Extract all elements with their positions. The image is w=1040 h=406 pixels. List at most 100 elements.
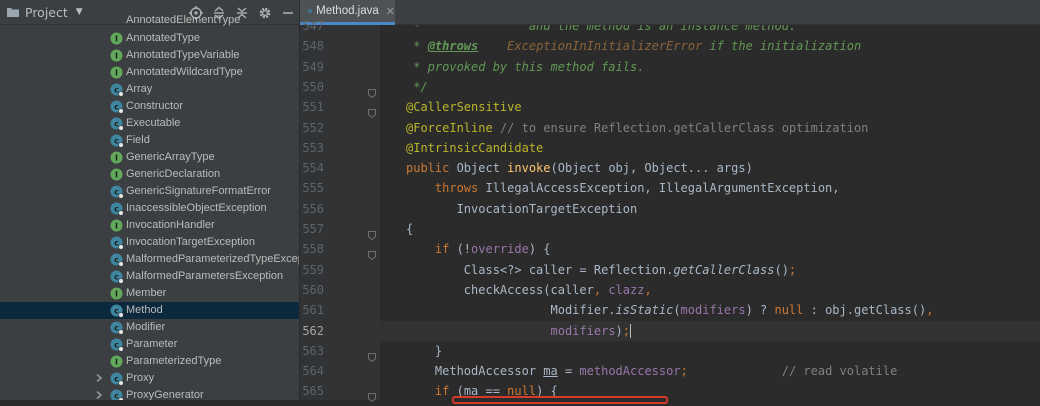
tree-item-array[interactable]: c Array	[0, 81, 299, 98]
tree-item-annotatedtypevariable[interactable]: I AnnotatedTypeVariable	[0, 47, 299, 64]
tree-item-member[interactable]: I Member	[0, 285, 299, 302]
line-number: 562	[302, 323, 324, 338]
svg-text:c: c	[114, 137, 119, 146]
tree-item-proxy[interactable]: c Proxy	[0, 370, 299, 387]
java-class-icon: c	[110, 133, 124, 148]
tree-item-malformedparameterizedtypeexception[interactable]: c MalformedParameterizedTypeException	[0, 251, 299, 268]
svg-text:c: c	[114, 188, 119, 197]
fold-marker-icon[interactable]	[368, 103, 376, 119]
minimize-icon	[282, 11, 293, 14]
tree-item-invocationtargetexception[interactable]: c InvocationTargetException	[0, 234, 299, 251]
tree-item-annotatedwildcardtype[interactable]: I AnnotatedWildcardType	[0, 64, 299, 81]
java-class-icon: c	[110, 99, 124, 114]
tree-item-label: InvocationTargetException	[126, 236, 256, 248]
code-line[interactable]: * provoked by this method fails.	[406, 57, 644, 77]
code-line[interactable]: if (!override) {	[406, 239, 551, 259]
line-number: 560	[302, 282, 324, 297]
tree-item-label: MalformedParameterizedTypeException	[126, 253, 299, 265]
java-class-icon: c	[110, 184, 124, 199]
code-line[interactable]: {	[406, 219, 413, 239]
svg-text:I: I	[115, 154, 118, 163]
svg-text:c: c	[114, 307, 119, 316]
tree-item-label: InaccessibleObjectException	[126, 202, 267, 214]
svg-text:c: c	[114, 273, 119, 282]
java-class-icon: c	[110, 303, 124, 318]
line-number: 558	[302, 242, 324, 257]
code-line[interactable]: */	[406, 77, 427, 97]
chevron-right-icon[interactable]	[94, 390, 104, 400]
tree-item-executable[interactable]: c Executable	[0, 115, 299, 132]
svg-text:c: c	[114, 392, 119, 401]
code-line[interactable]: @CallerSensitive	[406, 97, 522, 117]
svg-text:c: c	[114, 239, 119, 248]
tree-item-label: GenericArrayType	[126, 151, 215, 163]
tree-item-genericarraytype[interactable]: I GenericArrayType	[0, 149, 299, 166]
svg-text:c: c	[114, 256, 119, 265]
tree-item-proxygenerator[interactable]: c ProxyGenerator	[0, 387, 299, 400]
code-line[interactable]: MethodAccessor ma = methodAccessor; // r…	[406, 361, 897, 381]
code-line[interactable]: throws IllegalAccessException, IllegalAr…	[406, 178, 840, 198]
fold-marker-icon[interactable]	[368, 245, 376, 261]
java-class-icon: c	[110, 388, 124, 400]
code-line[interactable]: public Object invoke(Object obj, Object.…	[406, 158, 753, 178]
tree-item-malformedparametersexception[interactable]: c MalformedParametersException	[0, 268, 299, 285]
project-view-selector[interactable]: Project ▼	[6, 5, 83, 20]
code-editor[interactable]: * and the method is an instance method. …	[380, 25, 1040, 400]
code-line[interactable]: @ForceInline // to ensure Reflection.get…	[406, 118, 868, 138]
tree-item-parameter[interactable]: c Parameter	[0, 336, 299, 353]
tree-item-label: GenericSignatureFormatError	[126, 185, 271, 197]
line-number: 551	[302, 100, 324, 115]
chevron-down-icon: ▼	[75, 7, 83, 17]
tree-item-annotatedtype[interactable]: I AnnotatedType	[0, 30, 299, 47]
java-class-icon: c	[110, 201, 124, 216]
svg-text:I: I	[115, 69, 118, 78]
code-line[interactable]: modifiers);	[406, 321, 631, 341]
code-line[interactable]: * @throws ExceptionInInitializerError if…	[406, 36, 861, 56]
fold-marker-icon[interactable]	[368, 83, 376, 99]
editor-gutter: 547 548 549 550 551 552 553 554 555 556 557 558 559 5…	[300, 19, 380, 403]
line-number: 550	[302, 79, 324, 94]
code-line[interactable]: Modifier.isStatic(modifiers) ? null : ob…	[406, 300, 933, 320]
tree-item-label: Parameter	[126, 338, 178, 350]
fold-marker-icon[interactable]	[368, 347, 376, 362]
java-interface-icon: I	[110, 31, 124, 45]
tree-item-field[interactable]: c Field	[0, 132, 299, 149]
tree-item-label: Member	[126, 287, 167, 299]
fold-marker-icon[interactable]	[368, 387, 376, 403]
tree-item-genericsignatureformaterror[interactable]: c GenericSignatureFormatError	[0, 183, 299, 200]
tree-item-label: Proxy	[126, 372, 155, 384]
code-line[interactable]: }	[406, 341, 442, 361]
fold-marker-icon[interactable]	[368, 225, 376, 241]
chevron-right-icon[interactable]	[94, 373, 104, 383]
code-line[interactable]: @IntrinsicCandidate	[406, 138, 543, 158]
tree-item-label: AnnotatedTypeVariable	[126, 49, 240, 61]
tree-item-modifier[interactable]: c Modifier	[0, 319, 299, 336]
tree-item-label: Constructor	[126, 100, 183, 112]
tree-item-label: ParameterizedType	[126, 355, 222, 367]
line-number: 561	[302, 303, 324, 318]
java-class-icon: c	[110, 235, 124, 250]
code-line[interactable]: Class<?> caller = Reflection.getCallerCl…	[406, 260, 796, 280]
code-line[interactable]: InvocationTargetException	[406, 199, 638, 219]
tree-item-label: InvocationHandler	[126, 219, 215, 231]
settings-button[interactable]	[253, 0, 276, 25]
svg-text:I: I	[115, 358, 118, 367]
java-interface-icon: I	[110, 167, 124, 181]
tree-item-parameterizedtype[interactable]: I ParameterizedType	[0, 353, 299, 370]
tree-item-inaccessibleobjectexception[interactable]: c InaccessibleObjectException	[0, 200, 299, 217]
java-class-icon: c	[110, 337, 124, 352]
line-number: 555	[302, 181, 324, 196]
tree-item-method[interactable]: c Method	[0, 302, 299, 319]
hide-panel-button[interactable]	[276, 0, 299, 25]
tree-item-genericdeclaration[interactable]: I GenericDeclaration	[0, 166, 299, 183]
tree-item-constructor[interactable]: c Constructor	[0, 98, 299, 115]
tree-item-invocationhandler[interactable]: I InvocationHandler	[0, 217, 299, 234]
svg-text:I: I	[115, 290, 118, 299]
folder-icon	[7, 8, 19, 17]
code-line[interactable]: * and the method is an instance method.	[406, 25, 796, 36]
java-interface-icon: I	[110, 286, 124, 300]
code-line[interactable]: checkAccess(caller, clazz,	[406, 280, 652, 300]
java-class-icon: c	[110, 320, 124, 335]
ide-window: Project ▼ AnnotatedElementType I Annotat…	[0, 0, 1040, 404]
gear-icon	[259, 7, 270, 18]
